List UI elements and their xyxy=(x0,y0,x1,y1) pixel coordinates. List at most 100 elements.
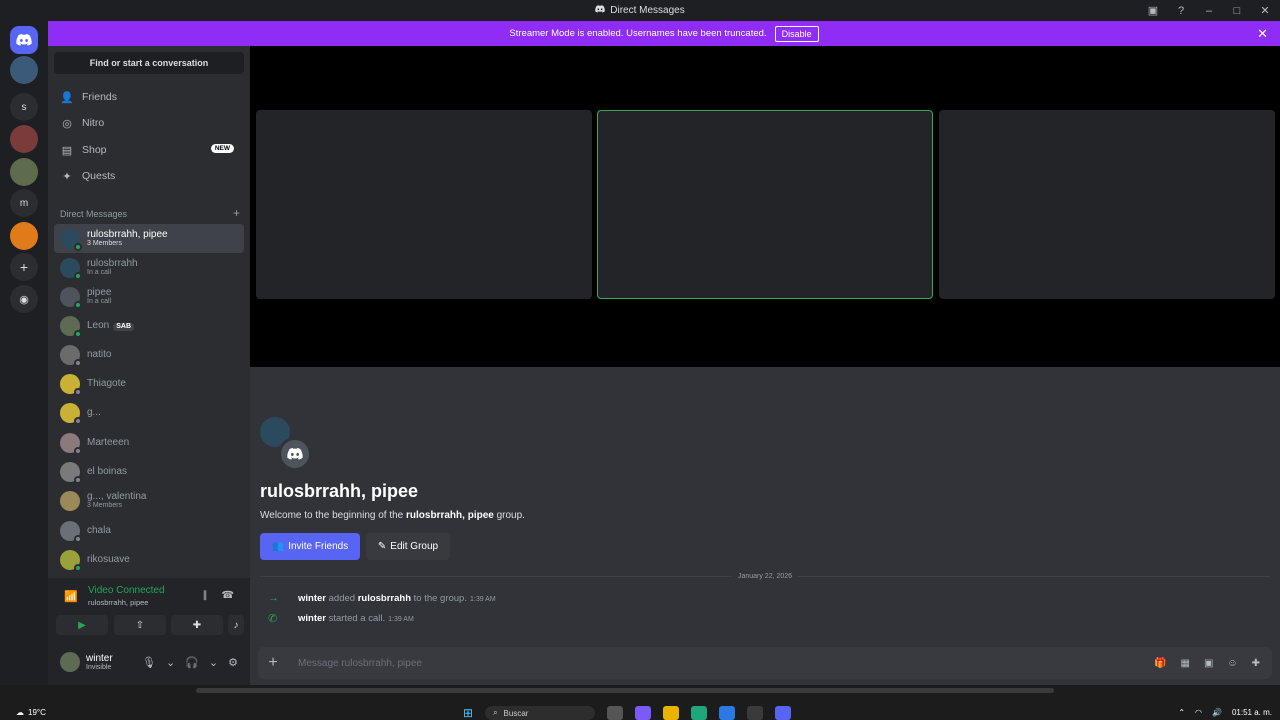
dm-name: rikosuave xyxy=(87,554,130,565)
maximize-icon[interactable]: □ xyxy=(1230,4,1244,18)
chat-area: rulosbrrahh, pipee Welcome to the beginn… xyxy=(250,367,1280,685)
user-status: Invisible xyxy=(86,664,112,671)
nav-nitro-label: Nitro xyxy=(82,117,105,129)
voice-status: Video Connected xyxy=(88,585,165,596)
search-icon: ⌕ xyxy=(493,708,498,717)
horizontal-scrollbar[interactable] xyxy=(196,688,1054,693)
dm-sub: 3 Members xyxy=(87,502,123,510)
nav-quests[interactable]: ✦ Quests xyxy=(54,164,244,188)
guild-m[interactable]: m xyxy=(10,189,38,217)
file-explorer-icon[interactable] xyxy=(663,706,680,720)
close-window-icon[interactable]: ✕ xyxy=(1258,4,1272,18)
quests-icon: ✦ xyxy=(62,170,72,183)
date-divider: January 22, 2026 xyxy=(260,571,1270,581)
dm-item[interactable]: Thiagote xyxy=(54,369,244,398)
headphones-icon[interactable]: 🎧 xyxy=(185,656,199,669)
discord-taskbar-icon[interactable] xyxy=(775,706,792,720)
emoji-icon[interactable]: ☺ xyxy=(1227,658,1237,669)
banner-close-icon[interactable]: ✕ xyxy=(1257,26,1268,42)
home-button[interactable] xyxy=(10,26,38,54)
guild-avatar-1[interactable] xyxy=(10,56,38,84)
volume-icon[interactable]: 🔊 xyxy=(1212,708,1222,717)
user-controls: 🎙 ⌄ 🎧 ⌄ ⚙ xyxy=(142,656,238,669)
guild-avatar-4[interactable] xyxy=(10,222,38,250)
chevron-down-icon[interactable]: ⌄ xyxy=(209,656,218,669)
noise-suppression-icon[interactable]: ∥ xyxy=(203,590,208,601)
dm-name: Thiagote xyxy=(87,378,126,389)
user-panel[interactable]: winter Invisible xyxy=(60,652,113,672)
avatar xyxy=(60,373,82,396)
dm-item[interactable]: g..., valentina 3 Members xyxy=(54,486,244,515)
participant-tile-speaking[interactable] xyxy=(597,110,933,299)
dm-item[interactable]: natito xyxy=(54,340,244,369)
edit-group-button[interactable]: ✎ Edit Group xyxy=(366,533,450,560)
window-title: Direct Messages xyxy=(610,5,685,16)
participant-tile[interactable] xyxy=(256,110,592,299)
invite-friends-button[interactable]: 👥 Invite Friends xyxy=(260,533,360,560)
avatar xyxy=(60,652,80,672)
gift-icon[interactable]: 🎁 xyxy=(1154,658,1166,669)
dm-item[interactable]: rulosbrrahh In a call xyxy=(54,253,244,282)
message-input[interactable]: Message rulosbrrahh, pipee xyxy=(298,658,422,669)
discover-icon[interactable]: ◉ xyxy=(10,285,38,313)
camera-button[interactable]: ▶ xyxy=(56,615,108,635)
message-composer: + Message rulosbrrahh, pipee 🎁 ▦ ▣ ☺ ✚ xyxy=(258,647,1272,679)
settings-gear-icon[interactable]: ⚙ xyxy=(228,656,238,669)
soundboard-icon: ♪ xyxy=(233,619,239,631)
dm-name: rulosbrrahh xyxy=(87,258,138,270)
disconnect-icon[interactable]: ☎ xyxy=(222,590,234,601)
voice-channel[interactable]: rulosbrrahh, pipee xyxy=(88,598,148,607)
task-view-icon[interactable] xyxy=(607,706,624,720)
copilot-icon[interactable] xyxy=(635,706,652,720)
chevron-down-icon[interactable]: ⌄ xyxy=(166,656,175,669)
tray-chevron-icon[interactable]: ⌃ xyxy=(1178,708,1185,717)
help-icon[interactable]: ? xyxy=(1174,4,1188,18)
dm-item[interactable]: rikosuave xyxy=(54,545,244,574)
sticker-icon[interactable]: ▣ xyxy=(1204,658,1213,669)
store-icon[interactable] xyxy=(719,706,736,720)
screen-share-button[interactable]: ⇧ xyxy=(114,615,166,635)
dm-header: Direct Messages + xyxy=(60,206,240,220)
avatar xyxy=(60,228,82,251)
dm-item[interactable]: g... xyxy=(54,398,244,427)
nav-quests-label: Quests xyxy=(82,170,116,182)
friends-icon: 👤 xyxy=(60,91,74,104)
start-icon[interactable]: ⊞ xyxy=(463,706,473,720)
guild-avatar-2[interactable] xyxy=(10,125,38,153)
gif-icon[interactable]: ▦ xyxy=(1180,658,1189,669)
create-dm-icon[interactable]: + xyxy=(233,206,240,220)
inbox-icon[interactable]: ▣ xyxy=(1146,4,1160,18)
clock[interactable]: 01:51 a. m. xyxy=(1232,708,1272,717)
nav-friends[interactable]: 👤 Friends xyxy=(54,85,244,109)
disable-streamer-mode-button[interactable]: Disable xyxy=(774,25,819,42)
github-icon[interactable] xyxy=(747,706,764,720)
soundboard-button[interactable]: ♪ xyxy=(228,615,244,635)
nav-nitro[interactable]: ◎ Nitro xyxy=(54,111,244,135)
weather-widget[interactable]: ☁ 19°C xyxy=(16,708,46,717)
wifi-icon[interactable]: ◠ xyxy=(1195,708,1202,717)
screen-share-icon: ⇧ xyxy=(135,619,145,631)
apps-icon[interactable]: ✚ xyxy=(1252,658,1260,669)
dm-item[interactable]: Leon SAB xyxy=(54,311,244,340)
add-server-icon[interactable]: + xyxy=(10,253,38,281)
find-conversation-button[interactable]: Find or start a conversation xyxy=(54,52,244,74)
taskbar-search[interactable]: ⌕ Buscar xyxy=(485,706,596,720)
dm-item[interactable]: el boinas xyxy=(54,457,244,486)
nav-shop[interactable]: ▤ Shop NEW xyxy=(54,138,244,162)
edge-icon[interactable] xyxy=(691,706,708,720)
microphone-icon[interactable]: 🎙 xyxy=(142,656,156,669)
dm-name: el boinas xyxy=(87,466,128,477)
dm-item[interactable]: rulosbrrahh, pipee 3 Members xyxy=(54,224,244,253)
guild-s[interactable]: s xyxy=(10,93,38,121)
dm-item[interactable]: Marteeen xyxy=(54,428,244,457)
avatar xyxy=(60,315,82,338)
guild-avatar-3[interactable] xyxy=(10,158,38,186)
dm-sub: 3 Members xyxy=(87,240,123,248)
call-view xyxy=(250,46,1280,367)
dm-item[interactable]: pipee In a call xyxy=(54,282,244,311)
activities-button[interactable]: ✚ xyxy=(171,615,223,635)
participant-tile[interactable] xyxy=(939,110,1275,299)
dm-item[interactable]: chala xyxy=(54,516,244,545)
minimize-icon[interactable]: – xyxy=(1202,4,1216,18)
attach-plus-icon[interactable]: + xyxy=(258,654,288,672)
